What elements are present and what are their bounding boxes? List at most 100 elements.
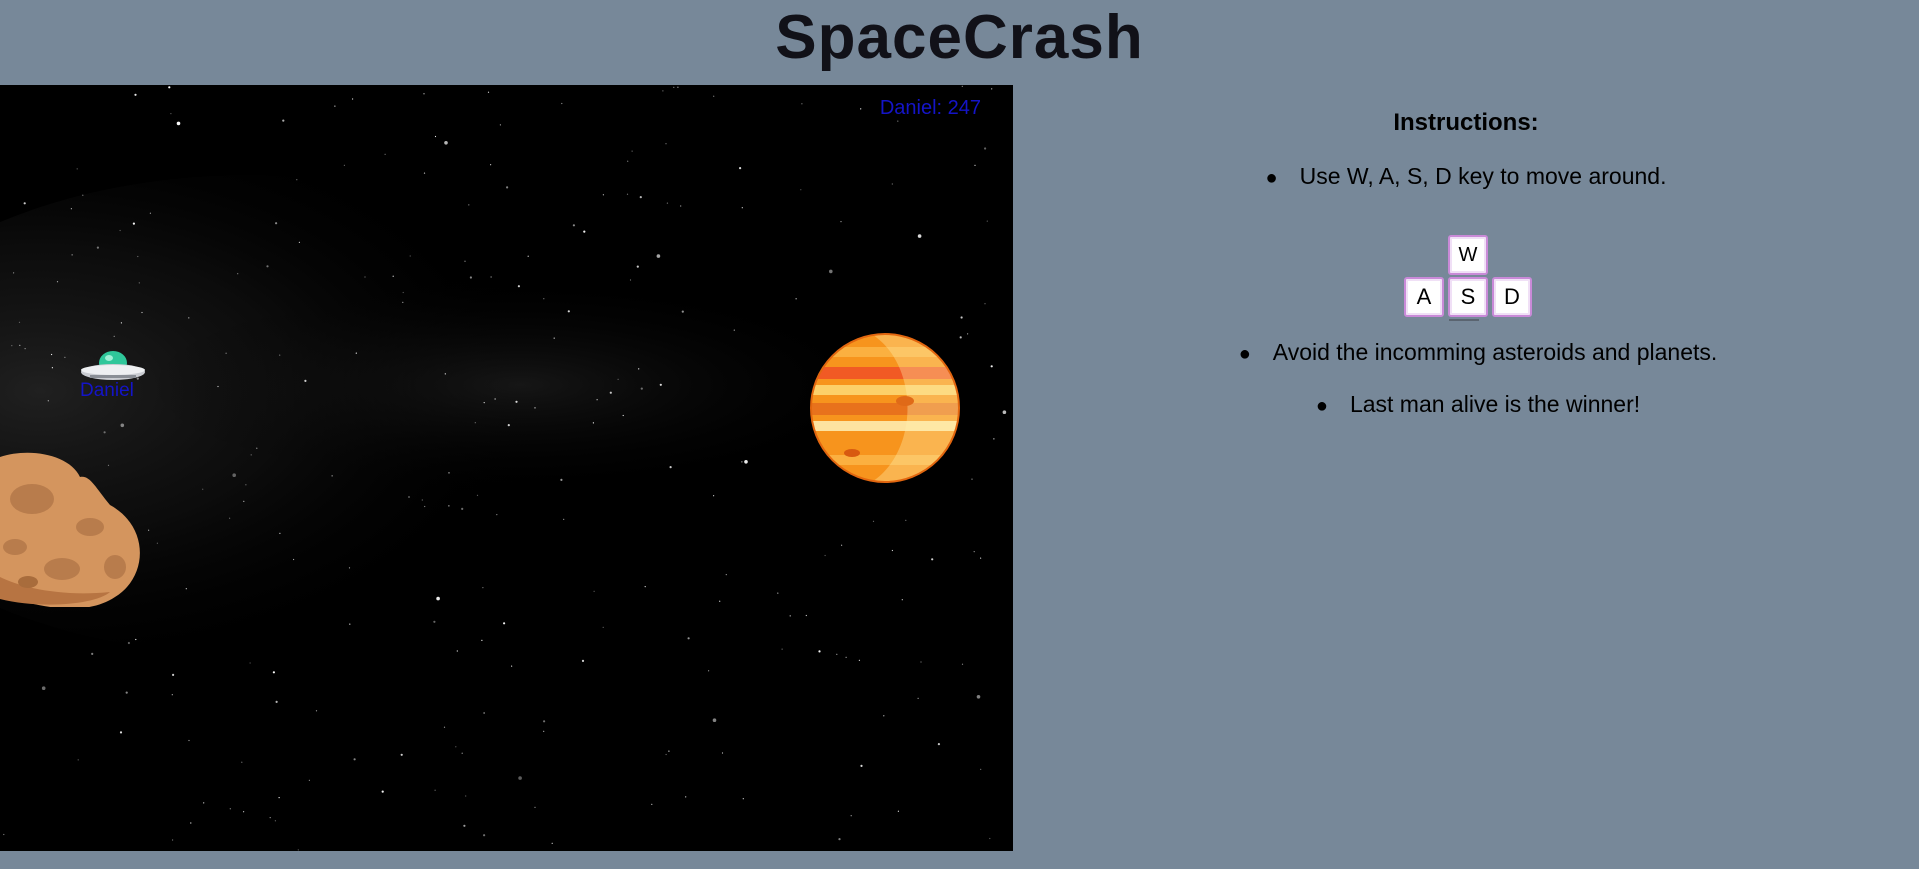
star [315,710,318,712]
star [243,811,245,813]
star [644,586,646,588]
star [51,353,53,356]
star [217,385,219,388]
star [891,183,893,185]
star [168,86,171,89]
star [741,207,743,209]
star [917,697,919,700]
star [829,269,833,274]
star [494,398,496,400]
star [1002,410,1007,415]
star [51,367,54,369]
star [41,686,46,690]
instructions-heading: Instructions: [1393,109,1539,136]
star [543,720,546,723]
star [149,212,151,214]
star [70,208,72,210]
star [274,820,276,822]
star [666,202,669,204]
star [461,752,463,754]
star [897,120,899,122]
star [805,614,807,617]
star [56,281,59,283]
star [423,93,425,95]
star [421,499,423,501]
star [629,279,632,281]
star [433,620,436,623]
star [991,88,993,90]
star [960,316,963,319]
star [668,750,670,752]
star [883,715,885,717]
star [334,105,336,107]
wasd-keys-graphic: W A S D [1404,235,1534,325]
key-a: A [1404,277,1444,317]
star [967,333,969,335]
star [567,310,570,313]
star [172,673,175,677]
star [103,431,106,434]
star [170,113,172,115]
bullet-icon: ● [1238,343,1251,365]
star [47,400,49,402]
star [986,220,988,222]
star [482,587,484,589]
star [795,298,797,300]
player-name-label: Daniel [80,380,134,401]
star [838,838,841,841]
star [127,641,130,645]
star [681,310,684,313]
planet-obstacle-icon [810,333,960,483]
star [677,86,679,88]
star [980,768,982,771]
star [443,726,446,728]
star [662,90,664,92]
star [96,246,99,249]
star [141,311,143,314]
star [543,298,545,300]
star [905,519,907,521]
star [23,202,26,205]
star [801,103,803,105]
star [269,817,271,819]
star [266,265,269,268]
game-canvas[interactable]: Daniel: 247 Daniel [0,85,1013,851]
star [490,276,492,278]
star [891,549,894,552]
star [11,345,13,347]
star [249,662,251,664]
star [897,810,900,812]
star [781,648,783,650]
star [409,255,411,257]
star [487,91,490,93]
star [872,520,875,522]
instruction-text: Use W, A, S, D key to move around. [1299,163,1667,189]
key-s: S [1448,277,1488,317]
star [721,752,724,754]
star [507,424,510,427]
star [638,368,640,370]
star [272,671,275,674]
page-title: SpaceCrash [775,3,1144,72]
star [232,473,236,478]
star [534,407,536,409]
star [713,495,715,497]
star [444,373,446,375]
star [551,842,553,844]
star [680,205,682,207]
star [931,558,934,561]
star [279,532,281,534]
star [609,391,612,394]
star [185,588,187,590]
star [172,839,174,841]
star [364,276,366,278]
star [622,414,624,417]
star [156,542,158,544]
star [120,322,122,324]
star [496,514,498,516]
star [712,718,717,722]
star [278,797,280,799]
star [640,387,643,390]
star [639,196,642,199]
star [739,167,742,170]
